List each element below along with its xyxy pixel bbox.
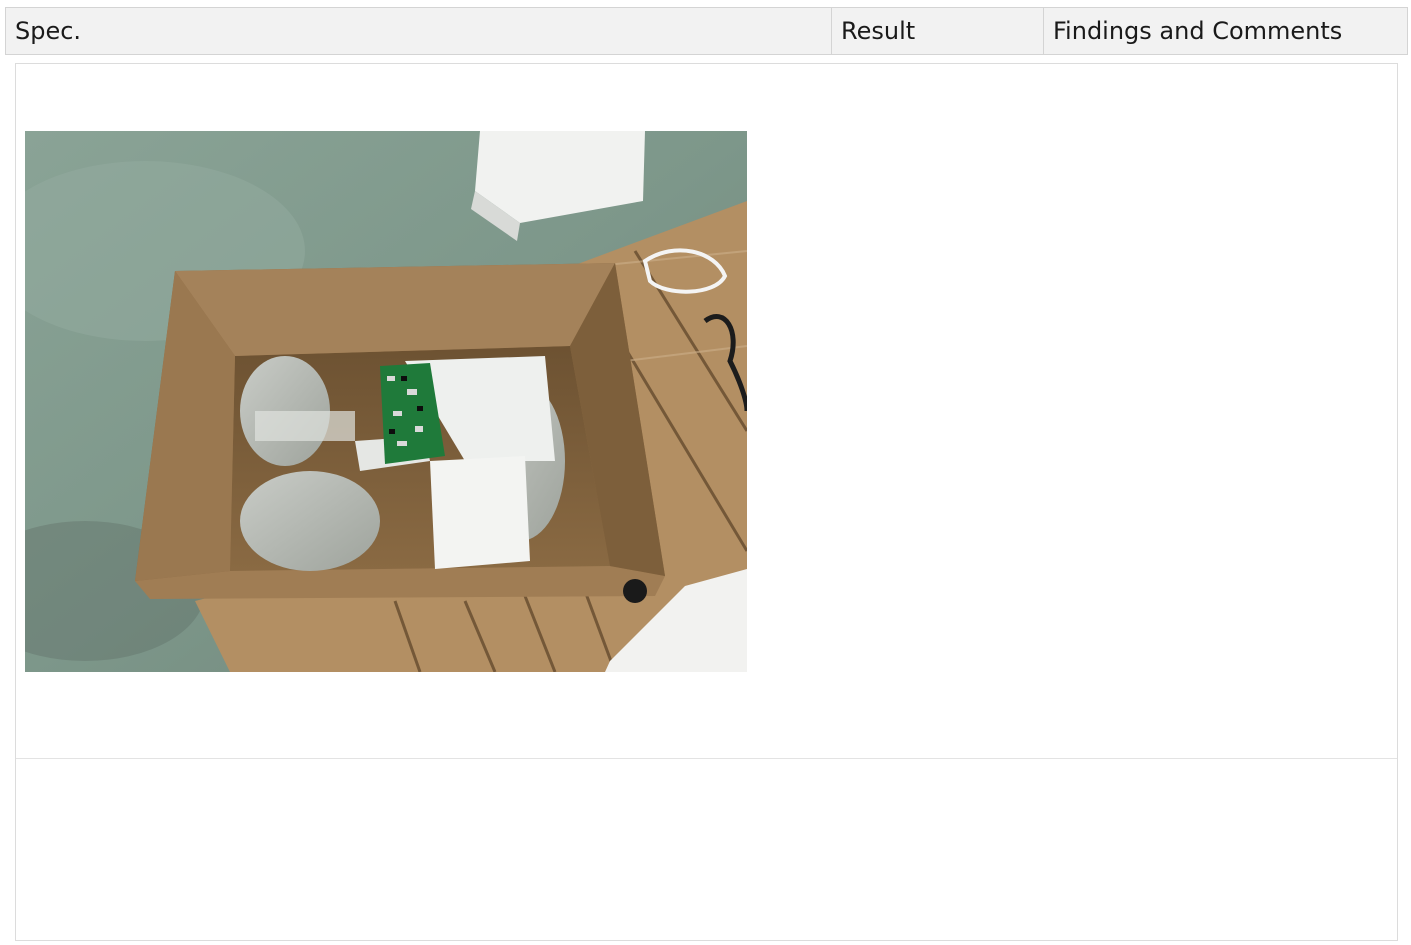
- inspection-report-page: Spec. Result Findings and Comments: [0, 0, 1411, 945]
- table-body: [15, 63, 1398, 941]
- column-header-findings: Findings and Comments: [1043, 8, 1407, 54]
- packed-carton-photo: [25, 131, 747, 672]
- row-divider: [16, 758, 1397, 759]
- column-header-spec: Spec.: [15, 17, 82, 45]
- table-header-row: Spec. Result Findings and Comments: [5, 7, 1408, 55]
- column-header-result: Result: [831, 8, 1043, 54]
